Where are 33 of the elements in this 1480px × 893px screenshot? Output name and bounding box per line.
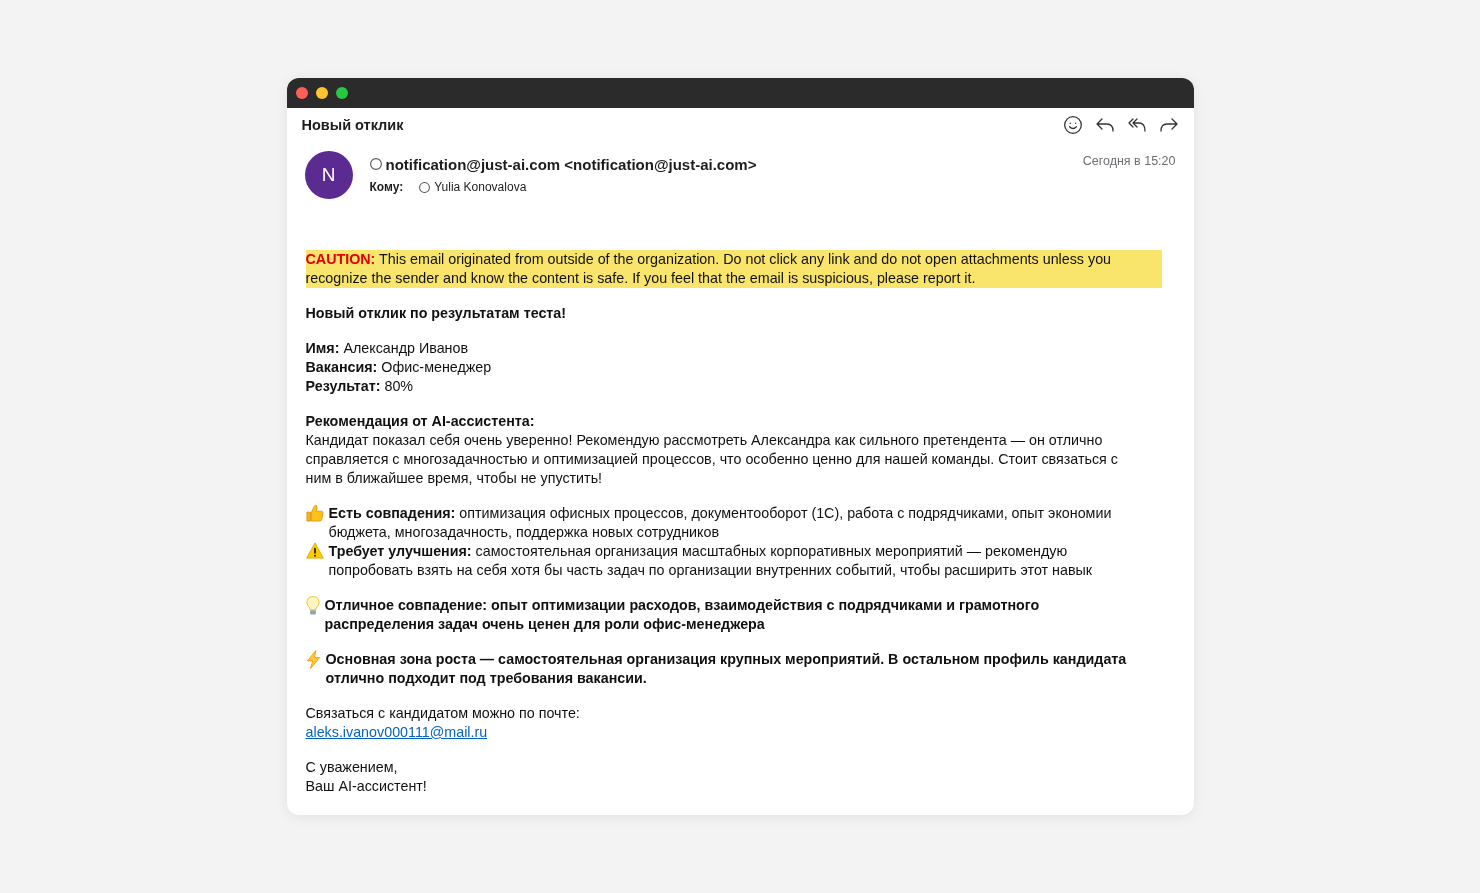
note-text: Основная зона роста — самостоятельная организация крупных мероприятий. В остальном профиль кандидата отлично подходит под требования вакансии. bbox=[325, 650, 1128, 688]
message-title: Новый отклик bbox=[301, 117, 405, 133]
body-text: Имя: Александр Иванов bbox=[305, 339, 470, 358]
close-icon[interactable] bbox=[295, 87, 308, 99]
maximize-icon[interactable] bbox=[335, 87, 348, 99]
curved-arrow-left-icon[interactable] bbox=[1095, 118, 1114, 132]
message-date: Сегодня в 15:20 bbox=[1082, 154, 1176, 168]
body-text: Связаться с кандидатом можно по почте: bbox=[305, 704, 581, 723]
sender-address[interactable]: notification@just-ai.com <notification@just-ai.com> bbox=[385, 155, 757, 173]
email-link[interactable]: aleks.ivanov000111@mail.ru bbox=[305, 724, 488, 740]
note-text: Отличное совпадение: опыт оптимизации расходов, взаимодействия с подрядчиками и грамотного распределения задач очень ценен для роли офис-менеджера bbox=[324, 596, 1041, 634]
curved-arrow-right-icon[interactable] bbox=[1159, 118, 1178, 132]
body-text: Ваш AI-ассистент! bbox=[305, 777, 428, 796]
body-text: Кандидат показал себя очень уверенно! Рекомендую рассмотреть Александра как сильного претендента — он отлично справляется с многозадачностью и оптимизацией процессов, что особенно ценно для нашей команды. Стоит связаться с ним в ближайшее время, чтобы не упустить! bbox=[305, 431, 1119, 488]
lightning-bolt-icon bbox=[305, 650, 321, 669]
double-curved-arrow-left-icon[interactable] bbox=[1127, 118, 1146, 132]
heading-text: Рекомендация от AI-ассистента: bbox=[305, 412, 536, 431]
body-text: Вакансия: Офис-менеджер bbox=[305, 358, 493, 377]
recipient-name[interactable]: Yulia Konovalova bbox=[434, 180, 527, 194]
note-text: Требует улучшения: самостоятельная организация масштабных корпоративных мероприятий — рекомендую попробовать взять на себя хотя бы часть задач по организации внутренних событий, чтобы расширить этот навык bbox=[328, 542, 1094, 580]
heading-text: Новый отклик по результатам теста! bbox=[305, 304, 568, 323]
ring-icon bbox=[419, 181, 431, 193]
caution-banner: CAUTION: This email originated from outside of the organization. Do not click any link and do not open attachments unless you recognize the sender and know the content is safe. If you feel that the email is suspicious, please report it. bbox=[305, 250, 1162, 288]
smiley-face-icon[interactable] bbox=[1063, 116, 1082, 134]
body-text: Результат: 80% bbox=[305, 377, 415, 396]
body-text: С уважением, bbox=[305, 758, 399, 777]
recipient-label: Кому: bbox=[369, 180, 404, 194]
minimize-icon[interactable] bbox=[315, 87, 328, 99]
lightbulb-icon bbox=[305, 596, 320, 615]
avatar: N bbox=[304, 151, 353, 199]
ring-icon bbox=[369, 158, 382, 170]
thumbs-up-icon bbox=[305, 504, 324, 522]
warning-icon bbox=[305, 542, 324, 559]
